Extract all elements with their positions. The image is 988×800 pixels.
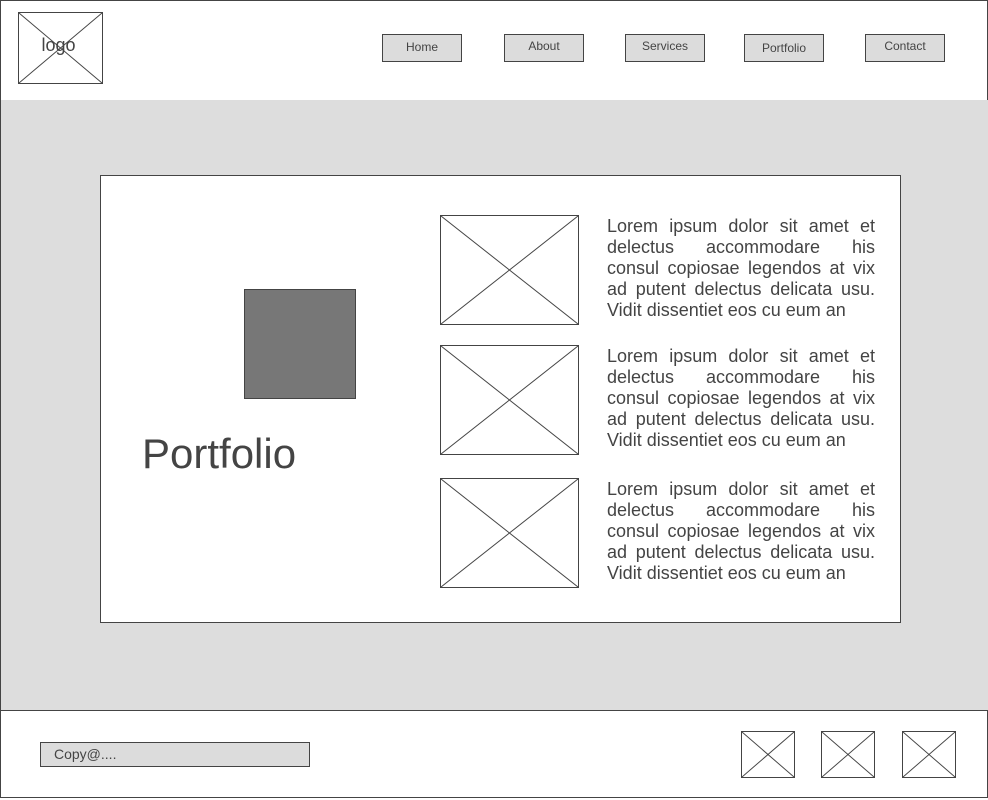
copyright-label: Copy@....	[40, 742, 310, 767]
image-placeholder-icon	[742, 732, 794, 777]
logo[interactable]: logo	[18, 12, 103, 84]
item-image[interactable]	[440, 478, 579, 588]
header	[0, 0, 988, 101]
item-text: Lorem ipsum dolor sit amet et delectus a…	[607, 346, 875, 450]
nav-home-button[interactable]: Home	[382, 34, 462, 62]
nav-portfolio-button[interactable]: Portfolio	[744, 34, 824, 62]
image-placeholder-icon	[441, 216, 578, 324]
logo-label: logo	[41, 35, 76, 55]
item-text: Lorem ipsum dolor sit amet et delectus a…	[607, 216, 875, 320]
nav-services-button[interactable]: Services	[625, 34, 705, 62]
nav-about-button[interactable]: About	[504, 34, 584, 62]
image-placeholder-icon	[903, 732, 955, 777]
social-icon[interactable]	[821, 731, 875, 778]
item-image[interactable]	[440, 345, 579, 455]
image-placeholder-icon	[441, 479, 578, 587]
image-placeholder-icon	[822, 732, 874, 777]
item-text: Lorem ipsum dolor sit amet et delectus a…	[607, 479, 875, 583]
image-placeholder-icon	[441, 346, 578, 454]
social-icon[interactable]	[741, 731, 795, 778]
item-image[interactable]	[440, 215, 579, 325]
page-title: Portfolio	[142, 430, 297, 477]
portfolio-image	[244, 289, 356, 399]
nav-contact-button[interactable]: Contact	[865, 34, 945, 62]
social-icon[interactable]	[902, 731, 956, 778]
